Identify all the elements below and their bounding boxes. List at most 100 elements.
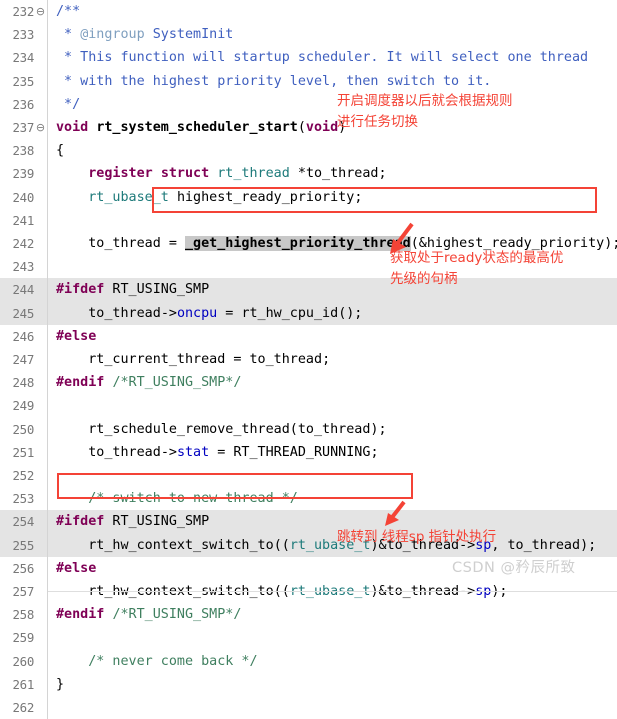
code-text[interactable]: { [56,139,64,162]
code-lines-container[interactable]: 232 ⊖/** 233 * @ingroup SystemInit 234 * Th… [0,0,617,719]
gutter-divider [47,626,48,650]
line-number: 235 [12,73,35,89]
fold-toggle-icon[interactable]: ⊖ [35,0,46,23]
line-number: 254 [12,514,35,530]
code-text[interactable]: * @ingroup SystemInit [56,23,233,46]
code-line[interactable]: 250 rt_schedule_remove_thread(to_thread)… [0,417,617,441]
code-line[interactable]: 233 * @ingroup SystemInit [0,23,617,47]
gutter-divider [47,394,48,418]
code-line[interactable]: 249 [0,394,617,418]
code-text[interactable]: */ [56,93,80,116]
code-text[interactable]: /* switch to new thread */ [56,487,298,510]
line-number: 252 [12,468,35,483]
gutter-divider [47,46,48,70]
line-number: 239 [12,166,35,182]
code-line[interactable]: 248 #endif /*RT_USING_SMP*/ [0,371,617,395]
code-text[interactable]: rt_current_thread = to_thread; [56,348,330,371]
line-number: 233 [12,27,35,43]
code-text[interactable]: #ifdef RT_USING_SMP [56,278,209,301]
line-number: 232 [12,4,35,19]
gutter-divider [47,139,48,163]
code-text[interactable]: /* never come back */ [56,650,257,673]
code-line[interactable]: 234 * This function will startup schedul… [0,46,617,70]
fold-toggle-icon[interactable]: ⊖ [35,116,46,139]
gutter-divider [47,510,48,534]
code-text[interactable]: rt_schedule_remove_thread(to_thread); [56,418,386,441]
annotation-scheduler-note-line1: 开启调度器以后就会根据规则 [337,93,513,109]
code-line[interactable]: 240 rt_ubase_t highest_ready_priority; [0,185,617,209]
watermark: CSDN @矜辰所致 [452,560,576,576]
code-line[interactable]: 259 [0,626,617,650]
gutter-divider [47,69,48,93]
gutter-divider [47,301,48,325]
line-number: 246 [12,328,35,344]
line-number: 251 [12,444,35,460]
gutter-divider [47,417,48,441]
line-number: 250 [12,421,35,437]
code-line[interactable]: 253 /* switch to new thread */ [0,487,617,511]
gutter-divider [47,672,48,696]
code-editor[interactable]: 232 ⊖/** 233 * @ingroup SystemInit 234 * Th… [0,0,617,719]
code-text[interactable]: * with the highest priority level, then … [56,70,491,93]
gutter-divider [47,371,48,395]
code-line[interactable]: 246 #else [0,324,617,348]
code-text[interactable]: to_thread->oncpu = rt_hw_cpu_id(); [56,302,362,325]
code-text[interactable]: } [56,673,64,696]
annotation-ready-note-line2: 先级的句柄 [390,271,458,287]
code-text[interactable]: /** [56,0,80,23]
code-text[interactable]: * This function will startup scheduler. … [56,46,588,69]
line-number: 248 [12,375,35,391]
code-text[interactable]: #ifdef RT_USING_SMP [56,510,209,533]
code-text[interactable]: rt_ubase_t highest_ready_priority; [56,186,362,209]
line-number: 253 [12,491,35,507]
gutter-divider [47,324,48,348]
code-line[interactable]: 251 to_thread->stat = RT_THREAD_RUNNING; [0,440,617,464]
gutter-divider [47,464,48,488]
gutter-divider [47,348,48,372]
gutter-divider [47,649,48,673]
line-number: 241 [12,212,35,228]
gutter-divider [47,92,48,116]
line-number: 234 [12,50,35,66]
line-number: 237 [12,120,35,135]
code-line[interactable]: 236 */ [0,92,617,116]
code-line[interactable]: 245 to_thread->oncpu = rt_hw_cpu_id(); [0,301,617,325]
code-line[interactable]: 237 ⊖ void rt_system_scheduler_start(void) [0,116,617,140]
code-line[interactable]: 258 #endif /*RT_USING_SMP*/ [0,603,617,627]
code-line[interactable]: 252 [0,464,617,488]
gutter-divider [47,487,48,511]
code-line[interactable]: 262 [0,696,617,719]
gutter-divider [47,23,48,47]
gutter-divider [47,0,48,24]
code-line[interactable]: 239 register struct rt_thread *to_thread… [0,162,617,186]
line-number: 261 [12,676,35,692]
gutter-divider [47,232,48,256]
code-text[interactable]: register struct rt_thread *to_thread; [56,162,386,185]
code-text[interactable]: rt_hw_context_switch_to((rt_ubase_t)&to_… [56,534,596,557]
annotation-scheduler-note: 开启调度器以后就会根据规则 进行任务切换 [337,91,513,133]
code-text[interactable]: to_thread->stat = RT_THREAD_RUNNING; [56,441,378,464]
code-line[interactable]: 255 rt_hw_context_switch_to((rt_ubase_t)… [0,533,617,557]
code-line[interactable]: 232 ⊖ /** [0,0,617,24]
code-line[interactable]: 241 [0,208,617,232]
code-line[interactable]: 235 * with the highest priority level, t… [0,69,617,93]
code-line[interactable]: 238 { [0,139,617,163]
code-line[interactable]: 261} [0,672,617,696]
annotation-ready-note: 获取处于ready状态的最高优 先级的句柄 [390,248,563,290]
line-number: 242 [12,236,35,251]
annotation-scheduler-note-line2: 进行任务切换 [337,114,418,130]
code-text[interactable]: #else [56,325,96,348]
line-number: 247 [12,352,35,367]
code-text[interactable]: void rt_system_scheduler_start(void) [56,116,346,139]
gutter-divider [47,278,48,302]
code-text[interactable]: #endif /*RT_USING_SMP*/ [56,371,241,394]
code-text[interactable]: #else [56,557,96,580]
code-line[interactable]: 247 rt_current_thread = to_thread; [0,348,617,372]
code-text[interactable]: #endif /*RT_USING_SMP*/ [56,603,241,626]
line-number: 258 [12,607,35,623]
code-line[interactable]: 260 /* never come back */ [0,649,617,673]
annotation-ready-note-line1: 获取处于ready状态的最高优 [390,250,564,266]
code-line[interactable]: 254 #ifdef RT_USING_SMP [0,510,617,534]
gutter-divider [47,208,48,232]
gutter-divider [47,162,48,186]
